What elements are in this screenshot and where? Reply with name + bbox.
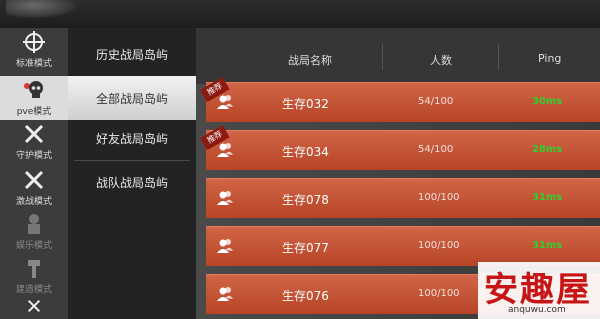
session-name: 生存078: [282, 193, 329, 207]
mode-sidebar: 标准模式 pve模式 守护模式 激战模式 娱乐模式 建造模式: [0, 28, 68, 319]
mode-standard[interactable]: 标准模式: [0, 28, 68, 72]
ping-value: 31ms: [532, 192, 563, 203]
mode-label: 娱乐模式: [15, 241, 52, 251]
crosshair-icon: [23, 31, 45, 53]
users-icon: [217, 239, 233, 253]
submenu-all[interactable]: 全部战局岛屿: [68, 76, 196, 120]
session-name: 生存032: [282, 97, 329, 111]
island-submenu: 历史战局岛屿 全部战局岛屿 好友战局岛屿 战队战局岛屿: [68, 28, 196, 319]
submenu-label: 全部战局岛屿: [95, 91, 168, 106]
users-icon: [217, 191, 233, 205]
divider: [498, 44, 499, 70]
table-header: 战局名称 人数 Ping: [196, 28, 600, 84]
header-name: 战局名称: [288, 54, 332, 67]
mode-pve[interactable]: pve模式: [0, 76, 68, 120]
table-row[interactable]: 生存077 100/100 31ms: [206, 226, 600, 266]
header-ping: Ping: [538, 52, 562, 65]
ping-value: 31ms: [532, 240, 563, 251]
watermark: 安趣屋 anquwu.com: [478, 262, 600, 319]
session-name: 生存077: [282, 241, 329, 255]
ping-value: 30ms: [532, 96, 563, 107]
users-icon: [217, 287, 233, 301]
logo-blur: [6, 0, 76, 18]
mode-build[interactable]: 建造模式: [0, 254, 68, 298]
player-count: 54/100: [418, 96, 454, 107]
mode-guard[interactable]: 守护模式: [0, 120, 68, 164]
mode-label: 激战模式: [15, 197, 52, 207]
session-name: 生存034: [282, 145, 329, 159]
tools-icon: [28, 260, 40, 278]
header-count: 人数: [430, 54, 452, 67]
mode-more[interactable]: [0, 298, 68, 319]
player-count: 100/100: [418, 240, 460, 251]
player-count: 100/100: [418, 192, 460, 203]
submenu-clan[interactable]: 战队战局岛屿: [68, 160, 196, 204]
submenu-friends[interactable]: 好友战局岛屿: [68, 116, 196, 160]
submenu-label: 好友战局岛屿: [95, 131, 168, 146]
mode-label: 建造模式: [15, 285, 52, 295]
soldier-icon: [28, 214, 40, 234]
player-count: 54/100: [418, 144, 454, 155]
watermark-text: 安趣屋: [484, 270, 592, 310]
top-bar: [0, 0, 600, 28]
crossed-swords-icon: [24, 170, 44, 190]
mode-fun[interactable]: 娱乐模式: [0, 210, 68, 254]
users-icon: [217, 95, 233, 109]
mode-label: 守护模式: [15, 151, 52, 161]
mode-label: 标准模式: [15, 59, 52, 69]
skull-icon: [24, 81, 43, 98]
divider: [382, 44, 383, 70]
mode-label: pve模式: [16, 107, 52, 117]
mode-battle[interactable]: 激战模式: [0, 166, 68, 210]
users-icon: [217, 143, 233, 157]
ping-value: 28ms: [532, 144, 563, 155]
session-name: 生存076: [282, 289, 329, 303]
watermark-url: anquwu.com: [508, 305, 566, 315]
crossed-swords-icon: [27, 299, 41, 313]
submenu-history[interactable]: 历史战局岛屿: [68, 32, 196, 76]
submenu-label: 战队战局岛屿: [95, 175, 168, 190]
table-row[interactable]: 推荐 生存034 54/100 28ms: [200, 125, 600, 170]
submenu-label: 历史战局岛屿: [95, 47, 168, 62]
table-row[interactable]: 生存078 100/100 31ms: [206, 178, 600, 218]
player-count: 100/100: [418, 288, 460, 299]
table-row[interactable]: 推荐 生存032 54/100 30ms: [200, 77, 600, 122]
crossed-swords-icon: [24, 124, 44, 144]
